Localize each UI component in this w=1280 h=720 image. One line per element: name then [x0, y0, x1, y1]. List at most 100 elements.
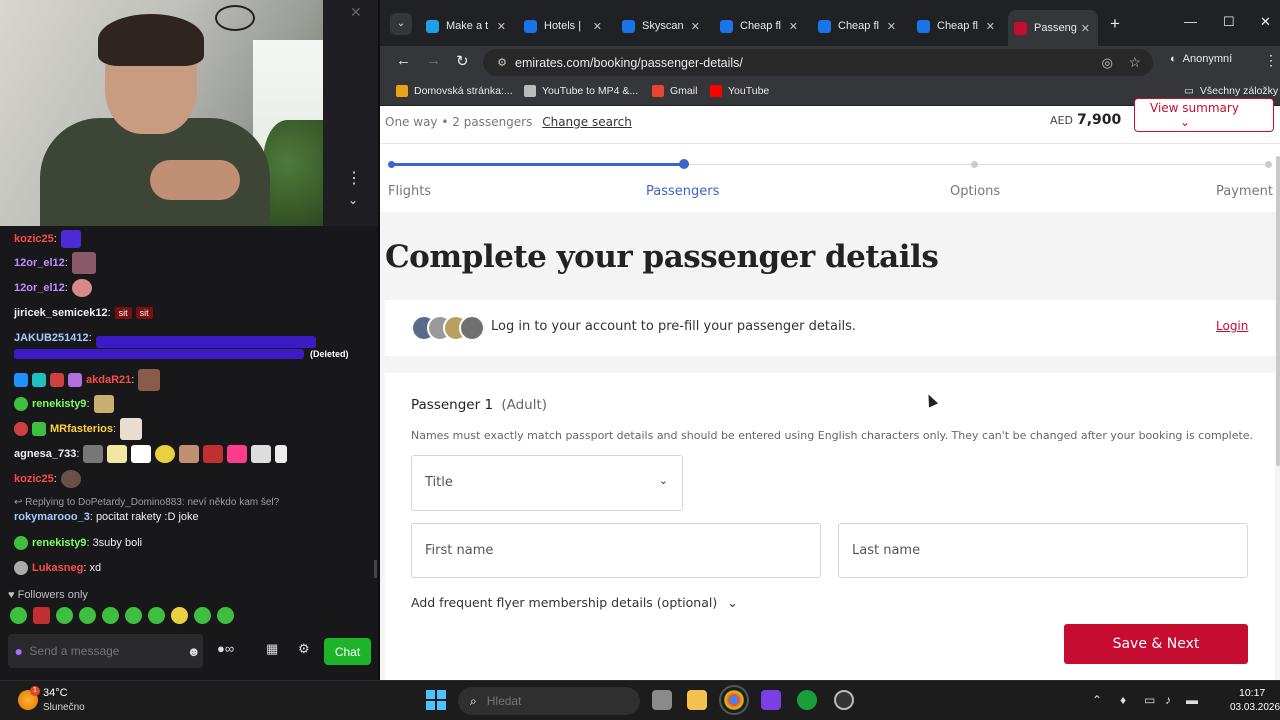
emote-icon[interactable] [171, 607, 188, 624]
emote-icon[interactable] [125, 607, 142, 624]
chat-username[interactable]: renekisty9 [32, 537, 86, 549]
weather-condition[interactable]: Slunečno [43, 702, 85, 713]
taskbar-search-input[interactable] [486, 694, 607, 708]
step-dot [388, 161, 395, 168]
back-icon[interactable]: ← [396, 52, 411, 69]
reload-icon[interactable]: ↻ [456, 52, 469, 70]
weather-temperature[interactable]: 34°C [43, 687, 68, 699]
tab-close-icon[interactable]: ✕ [789, 20, 798, 33]
chat-username[interactable]: MRfasterios [50, 423, 113, 435]
site-info-icon[interactable]: ⚙ [489, 56, 515, 69]
chat-username[interactable]: jiricek_semicek12 [14, 307, 108, 319]
chat-username[interactable]: agnesa_733 [14, 448, 76, 460]
title-select[interactable]: Title ⌄ [411, 455, 683, 511]
bookmark-item[interactable]: Domovská stránka:... [396, 85, 513, 97]
bookmark-item[interactable]: YouTube to MP4 &... [524, 85, 638, 97]
tab-close-icon[interactable]: ✕ [986, 20, 995, 33]
step-flights[interactable]: Flights [388, 184, 431, 199]
tab-close-icon[interactable]: ✕ [497, 20, 506, 33]
chrome-icon[interactable] [719, 685, 749, 715]
tab[interactable]: Cheap fl ✕ [720, 13, 798, 39]
url-text[interactable]: emirates.com/booking/passenger-details/ [515, 56, 743, 70]
clock-time[interactable]: 10:17 [1239, 687, 1265, 699]
chat-username[interactable]: Lukasneg [32, 562, 83, 574]
battery-icon[interactable]: ▬ [1186, 693, 1198, 707]
chat-username[interactable]: rokymarooo_3 [14, 511, 90, 523]
new-tab-icon[interactable]: + [1110, 14, 1120, 34]
address-bar[interactable]: ⚙ emirates.com/booking/passenger-details… [483, 49, 1153, 76]
chat-username[interactable]: kozic25 [14, 233, 54, 245]
xbox-icon[interactable] [797, 690, 817, 710]
save-next-button[interactable]: Save & Next [1064, 624, 1248, 664]
tab-close-icon[interactable]: ✕ [691, 20, 700, 33]
tab-search-icon[interactable]: ⌄ [390, 13, 412, 35]
all-bookmarks[interactable]: ▭ Všechny záložky [1184, 85, 1278, 97]
chevron-down-icon[interactable]: ⌄ [344, 193, 362, 207]
task-view-icon[interactable] [652, 690, 672, 710]
file-explorer-icon[interactable] [687, 690, 707, 710]
tab-close-icon[interactable]: ✕ [887, 20, 896, 33]
tab[interactable]: Cheap fl ✕ [818, 13, 896, 39]
maximize-icon[interactable]: ☐ [1223, 14, 1235, 30]
incognito-profile[interactable]: ◐ Anonymní [1170, 53, 1232, 65]
tab-label: Cheap fl [740, 20, 781, 32]
tray-overflow-icon[interactable]: ⌃ [1092, 693, 1102, 707]
chat-username[interactable]: renekisty9 [32, 398, 86, 410]
frequent-flyer-toggle[interactable]: Add frequent flyer membership details (o… [411, 595, 738, 610]
chat-scrollbar[interactable] [374, 560, 377, 578]
emote-icon[interactable] [148, 607, 165, 624]
chat-username[interactable]: akdaR21 [86, 374, 131, 386]
chat-message-input[interactable] [29, 644, 185, 658]
minimize-icon[interactable]: — [1184, 14, 1197, 29]
browser-menu-icon[interactable]: ⋮ [1264, 52, 1278, 69]
forward-icon[interactable]: → [426, 52, 441, 69]
emote-icon[interactable] [56, 607, 73, 624]
tab[interactable]: Hotels | ✕ [524, 13, 602, 39]
obs-icon[interactable] [761, 690, 781, 710]
page-scrollbar[interactable] [1276, 156, 1280, 466]
bookmark-star-icon[interactable]: ☆ [1128, 54, 1141, 71]
more-options-icon[interactable]: ⋮ [346, 168, 362, 188]
emote-icon[interactable] [102, 607, 119, 624]
window-close-icon[interactable]: ✕ [1260, 14, 1271, 30]
chat-username[interactable]: kozic25 [14, 473, 54, 485]
emote-icon[interactable] [10, 607, 27, 624]
tab[interactable]: Skyscan ✕ [622, 13, 700, 39]
network-icon[interactable]: ▭ [1144, 693, 1155, 707]
tab-close-icon[interactable]: ✕ [1081, 22, 1090, 35]
bookmark-item[interactable]: YouTube [710, 85, 769, 97]
close-icon[interactable]: ✕ [350, 4, 362, 21]
emote-icon[interactable] [33, 607, 50, 624]
app-icon[interactable] [834, 690, 854, 710]
last-name-field[interactable]: Last name [838, 523, 1248, 578]
emote-icon[interactable] [217, 607, 234, 624]
chat-send-button[interactable]: Chat [324, 638, 371, 665]
bits-icon[interactable]: ●∞ [217, 641, 234, 656]
tab[interactable]: Cheap fl ✕ [917, 13, 995, 39]
tab[interactable]: Make a t ✕ [426, 13, 506, 39]
volume-icon[interactable]: ♪ [1165, 693, 1171, 707]
taskbar-search[interactable]: ⌕ [458, 687, 640, 715]
emote-icon [93, 395, 114, 413]
chat-username[interactable]: 12or_el12 [14, 257, 65, 269]
microphone-icon[interactable]: ● [8, 643, 29, 659]
login-link[interactable]: Login [1216, 319, 1248, 333]
view-summary-button[interactable]: View summary ⌄ [1134, 98, 1274, 132]
all-bookmarks-label: Všechny záložky [1199, 85, 1279, 97]
chat-username[interactable]: 12or_el12 [14, 282, 65, 294]
eye-off-icon[interactable]: ◎ [1102, 55, 1113, 71]
tab-active[interactable]: Passeng ✕ [1008, 10, 1098, 46]
emote-icon[interactable] [194, 607, 211, 624]
gear-icon[interactable]: ⚙ [298, 641, 310, 657]
emoji-icon[interactable]: ☻ [184, 644, 203, 659]
clock-date[interactable]: 03.03.2026 [1230, 702, 1280, 713]
bookmark-item[interactable]: Gmail [652, 85, 697, 97]
store-icon[interactable]: ▦ [266, 641, 278, 657]
windows-start-icon[interactable] [426, 690, 446, 710]
microphone-icon[interactable]: ♦ [1120, 693, 1126, 707]
step-passengers[interactable]: Passengers [646, 184, 719, 199]
first-name-field[interactable]: First name [411, 523, 821, 578]
emote-icon[interactable] [79, 607, 96, 624]
tab-close-icon[interactable]: ✕ [593, 20, 602, 33]
change-search-link[interactable]: Change search [542, 115, 632, 129]
